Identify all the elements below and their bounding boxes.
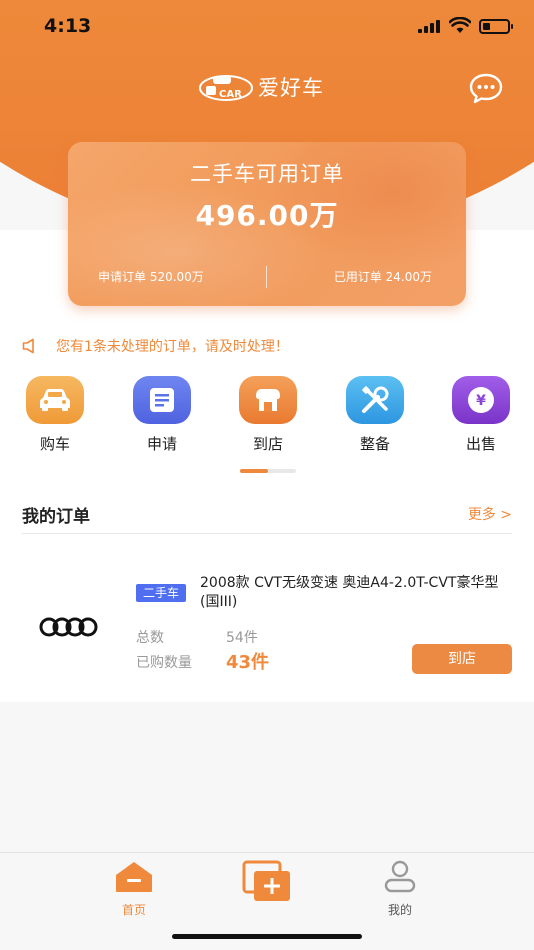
tab-add[interactable] [227,859,307,907]
quick-nav-prepare[interactable]: 整备 [335,376,415,454]
app-name: 爱好车 [258,76,324,100]
notice-text: 您有1条未处理的订单，请及时处理！ [56,339,289,355]
battery-icon [479,19,513,34]
message-icon[interactable] [468,72,504,104]
card-divider [266,266,267,288]
used-orders: 已用订单 24.00万 [333,270,432,284]
used-car-tag: 二手车 [136,584,186,602]
user-icon [384,860,416,893]
quick-nav-label: 整备 [359,435,390,453]
app-header: CAR 爱好车 [0,70,534,102]
bought-value: 43件 [226,652,270,673]
car-model-name: 2008款 CVT无级变速 奥迪A4-2.0T-CVT豪华型(国III) [200,575,499,610]
to-store-button[interactable]: 到店 [412,644,512,674]
total-value: 54件 [226,630,258,646]
home-icon [116,862,152,892]
yen-icon: ¥ [452,376,510,424]
store-icon [239,376,297,424]
quick-nav-to-store[interactable]: 到店 [228,376,308,454]
tab-label: 首页 [121,903,146,917]
svg-text:CAR: CAR [219,89,242,100]
form-icon [133,376,191,424]
home-indicator [172,934,362,939]
orders-more-link[interactable]: 更多 > [468,504,512,524]
tools-icon [346,376,404,424]
notice-bar[interactable]: 您有1条未处理的订单，请及时处理！ [22,336,289,356]
order-item[interactable]: 二手车 2008款 CVT无级变速 奥迪A4-2.0T-CVT豪华型(国III)… [0,560,534,700]
card-title: 二手车可用订单 [190,162,344,186]
status-bar: 4:13 [0,0,534,54]
signal-icon [418,20,440,33]
wifi-icon [449,17,471,33]
quick-nav-sell[interactable]: ¥ 出售 [441,376,521,454]
app-logo-icon: CAR [199,75,253,101]
quick-nav: 购车 申请 到店 整备 ¥ 出售 [0,376,534,456]
quick-nav-buy-car[interactable]: 购车 [15,376,95,454]
tab-label: 我的 [387,903,412,917]
car-icon [26,376,84,424]
tab-home[interactable]: 首页 [94,861,174,918]
available-amount: 496.00万 [195,199,339,232]
tab-mine[interactable]: 我的 [360,859,440,918]
status-time: 4:13 [44,15,92,37]
orders-title: 我的订单 [22,507,90,527]
quick-nav-pager [240,469,296,473]
audi-logo [39,617,98,637]
bought-label: 已购数量 [136,655,192,671]
quick-nav-label: 购车 [39,435,70,453]
available-orders-card[interactable]: 二手车可用订单 496.00万 申请订单 520.00万 已用订单 24.00万 [68,142,466,306]
speaker-icon [22,338,34,354]
quick-nav-label: 到店 [252,435,283,453]
applied-orders: 申请订单 520.00万 [98,270,204,284]
add-icon [242,860,290,901]
orders-section-header: 我的订单 更多 > [22,502,512,534]
quick-nav-apply[interactable]: 申请 [122,376,202,454]
total-label: 总数 [136,630,164,646]
svg-text:¥: ¥ [476,393,486,409]
quick-nav-label: 申请 [146,435,177,453]
quick-nav-label: 出售 [465,435,496,453]
